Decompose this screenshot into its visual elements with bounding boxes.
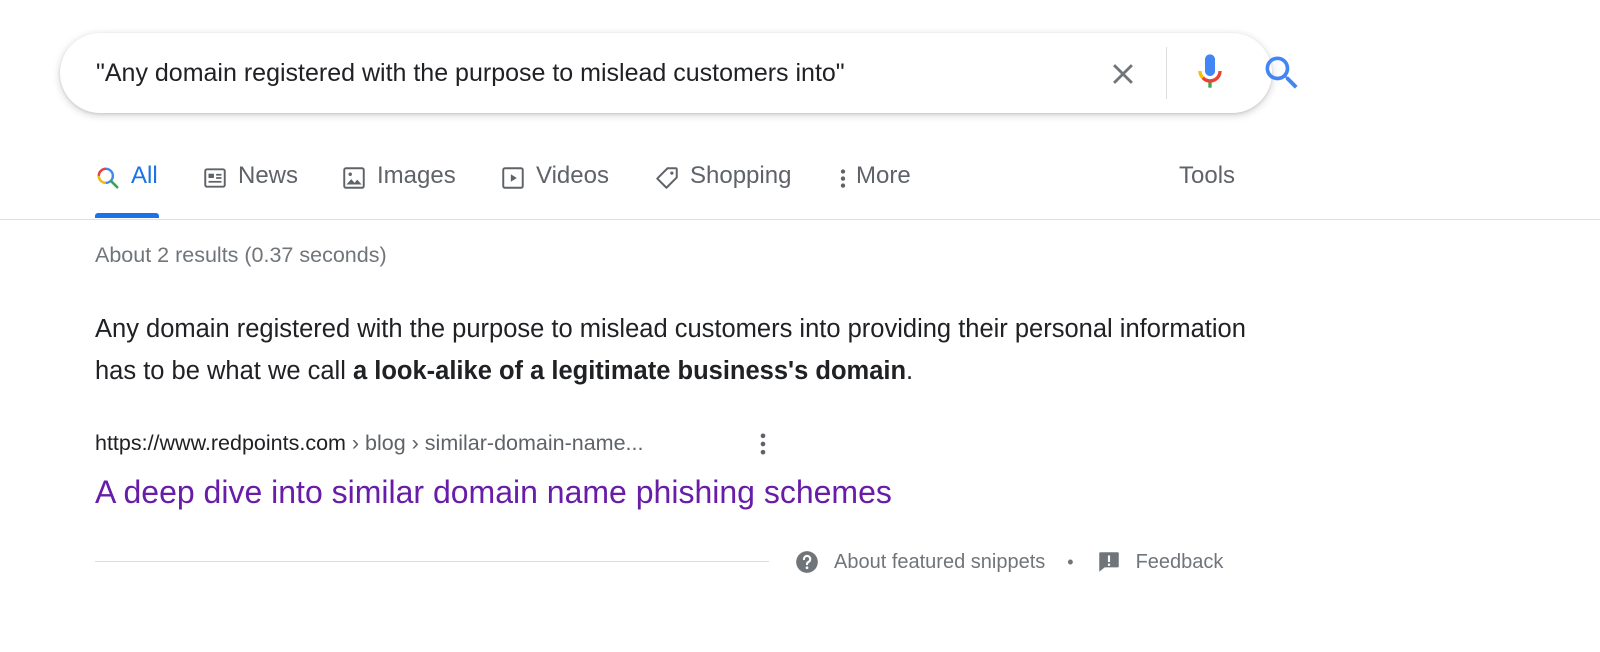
clear-button[interactable]: [1106, 57, 1140, 91]
search-tabs: All News Images Videos Shopping More Too…: [0, 148, 1600, 220]
tab-images[interactable]: Images: [341, 162, 456, 218]
result-url-base: https://www.redpoints.com: [95, 431, 346, 455]
search-input[interactable]: [96, 51, 1036, 95]
snippet-divider: [95, 561, 769, 562]
image-icon: [343, 167, 365, 189]
about-featured-snippets-link[interactable]: About featured snippets: [794, 549, 1045, 575]
result-url[interactable]: https://www.redpoints.com › blog › simil…: [95, 431, 643, 456]
tab-shopping-label: Shopping: [690, 162, 792, 189]
tab-all-label: All: [131, 162, 158, 189]
result-url-breadcrumb: › blog › similar-domain-name...: [345, 431, 644, 455]
voice-search-button[interactable]: [1190, 51, 1230, 91]
tab-news[interactable]: News: [202, 162, 298, 218]
tab-news-label: News: [238, 162, 299, 189]
snippet-bold-text: a look-alike of a legitimate business's …: [352, 357, 907, 385]
tab-videos-label: Videos: [536, 162, 609, 189]
search-box: [60, 33, 1298, 113]
more-vert-icon: [760, 433, 766, 455]
result-stats: About 2 results (0.37 seconds): [95, 243, 387, 267]
result-options-button[interactable]: [756, 430, 770, 458]
tab-images-label: Images: [377, 162, 456, 189]
feedback-icon: [1098, 552, 1119, 572]
featured-snippet: Any domain registered with the purpose t…: [95, 308, 1255, 392]
search-box-divider: [1166, 47, 1167, 99]
feedback-label: Feedback: [1135, 550, 1224, 573]
tab-all[interactable]: All: [95, 162, 159, 218]
result-title-link[interactable]: A deep dive into similar domain name phi…: [95, 474, 892, 511]
tag-icon: [656, 167, 678, 189]
video-icon: [502, 167, 524, 189]
tools-button[interactable]: Tools: [1179, 162, 1235, 218]
tab-more[interactable]: More: [836, 162, 911, 218]
search-icon: [1265, 56, 1298, 89]
tools-label: Tools: [1179, 162, 1236, 189]
search-icon: [97, 167, 119, 189]
tab-shopping[interactable]: Shopping: [654, 162, 791, 218]
close-icon: [1113, 64, 1133, 84]
about-featured-snippets-label: About featured snippets: [834, 550, 1046, 573]
news-icon: [204, 168, 226, 188]
snippet-footer: About featured snippets • Feedback: [794, 548, 1223, 576]
more-vert-icon: [840, 169, 846, 188]
feedback-link[interactable]: Feedback: [1096, 549, 1224, 575]
microphone-icon: [1198, 54, 1222, 88]
snippet-text-end: .: [906, 357, 914, 385]
search-button[interactable]: [1260, 51, 1304, 95]
tab-more-label: More: [856, 162, 911, 189]
help-icon: [796, 551, 818, 573]
tab-videos[interactable]: Videos: [500, 162, 609, 218]
footer-separator: •: [1067, 551, 1074, 572]
